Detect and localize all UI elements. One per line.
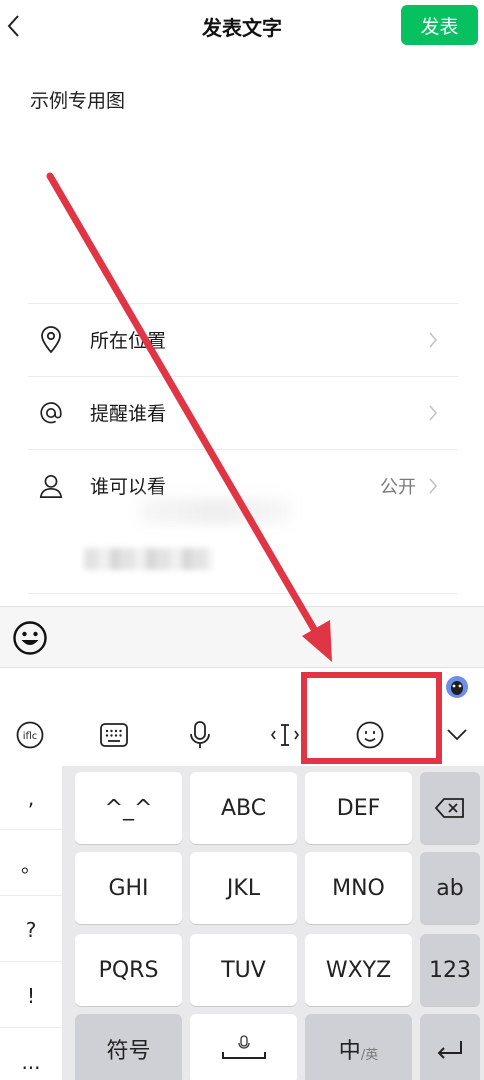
- key-jkl[interactable]: JKL: [190, 852, 297, 924]
- space-mic-icon: [221, 1035, 266, 1059]
- backspace-icon: [434, 798, 464, 818]
- user-icon: [38, 471, 64, 501]
- ime-mascot-icon[interactable]: [444, 673, 470, 699]
- option-location[interactable]: 所在位置: [28, 303, 458, 375]
- lang-sub-label: /英: [360, 1047, 379, 1063]
- svg-text:iflc: iflc: [23, 731, 38, 742]
- keyboard-icon[interactable]: [97, 718, 131, 752]
- visibility-value: 公开: [380, 476, 416, 498]
- chevron-right-icon: [428, 404, 438, 422]
- key-mno[interactable]: MNO: [305, 852, 412, 924]
- ime-keyboard: , 。 ? ! ... ^_^ ABC DEF GHI JKL MNO ab P…: [0, 766, 484, 1080]
- side-key[interactable]: 。: [0, 832, 62, 896]
- header-bar: 发表文字 发表: [0, 0, 484, 52]
- space-key[interactable]: [190, 1014, 297, 1080]
- publish-button[interactable]: 发表: [401, 5, 478, 45]
- side-key[interactable]: ,: [0, 766, 62, 830]
- key-language-switch[interactable]: 中 /英: [305, 1014, 412, 1080]
- option-mention-label: 提醒谁看: [90, 403, 167, 425]
- chevron-right-icon: [428, 477, 438, 495]
- emoji-toolbar: [0, 606, 484, 668]
- backspace-key[interactable]: [420, 772, 480, 844]
- chevron-right-icon: [428, 331, 438, 349]
- enter-icon: [437, 1041, 462, 1059]
- location-pin-icon: [38, 325, 64, 355]
- enter-key[interactable]: [420, 1014, 480, 1080]
- option-location-label: 所在位置: [90, 330, 167, 352]
- smiley-icon[interactable]: [12, 620, 48, 656]
- option-mention[interactable]: 提醒谁看: [28, 376, 458, 448]
- key-letters-switch[interactable]: ab: [420, 852, 480, 924]
- key-ghi[interactable]: GHI: [75, 852, 182, 924]
- collapse-keyboard-icon[interactable]: [440, 718, 474, 752]
- side-key[interactable]: !: [0, 964, 62, 1028]
- punctuation-column[interactable]: , 。 ? ! ...: [0, 766, 62, 1080]
- lang-main-label: 中: [338, 1039, 361, 1064]
- key-abc[interactable]: ABC: [190, 772, 297, 844]
- key-wxyz[interactable]: WXYZ: [305, 934, 412, 1006]
- divider: [28, 593, 458, 594]
- key-def[interactable]: DEF: [305, 772, 412, 844]
- option-visibility-label: 谁可以看: [90, 476, 167, 498]
- ime-logo-icon[interactable]: iflc: [13, 718, 47, 752]
- post-text-input[interactable]: 示例专用图: [30, 86, 125, 113]
- key-emoticon[interactable]: ^_^: [75, 772, 182, 844]
- microphone-icon[interactable]: [183, 718, 217, 752]
- side-key[interactable]: ?: [0, 898, 62, 962]
- key-tuv[interactable]: TUV: [190, 934, 297, 1006]
- blurred-content: [140, 498, 290, 524]
- cursor-move-icon[interactable]: [268, 718, 302, 752]
- key-pqrs[interactable]: PQRS: [75, 934, 182, 1006]
- key-symbols[interactable]: 符号: [75, 1014, 182, 1080]
- side-key[interactable]: ...: [0, 1030, 62, 1080]
- annotation-highlight-box: [301, 672, 442, 764]
- moments-compose-screen: 发表文字 发表 示例专用图 所在位置 提醒谁看 谁可以看 公开 iflc , 。…: [0, 0, 484, 1080]
- at-sign-icon: [38, 398, 64, 428]
- blurred-content: [84, 548, 212, 570]
- key-numbers-switch[interactable]: 123: [420, 934, 480, 1006]
